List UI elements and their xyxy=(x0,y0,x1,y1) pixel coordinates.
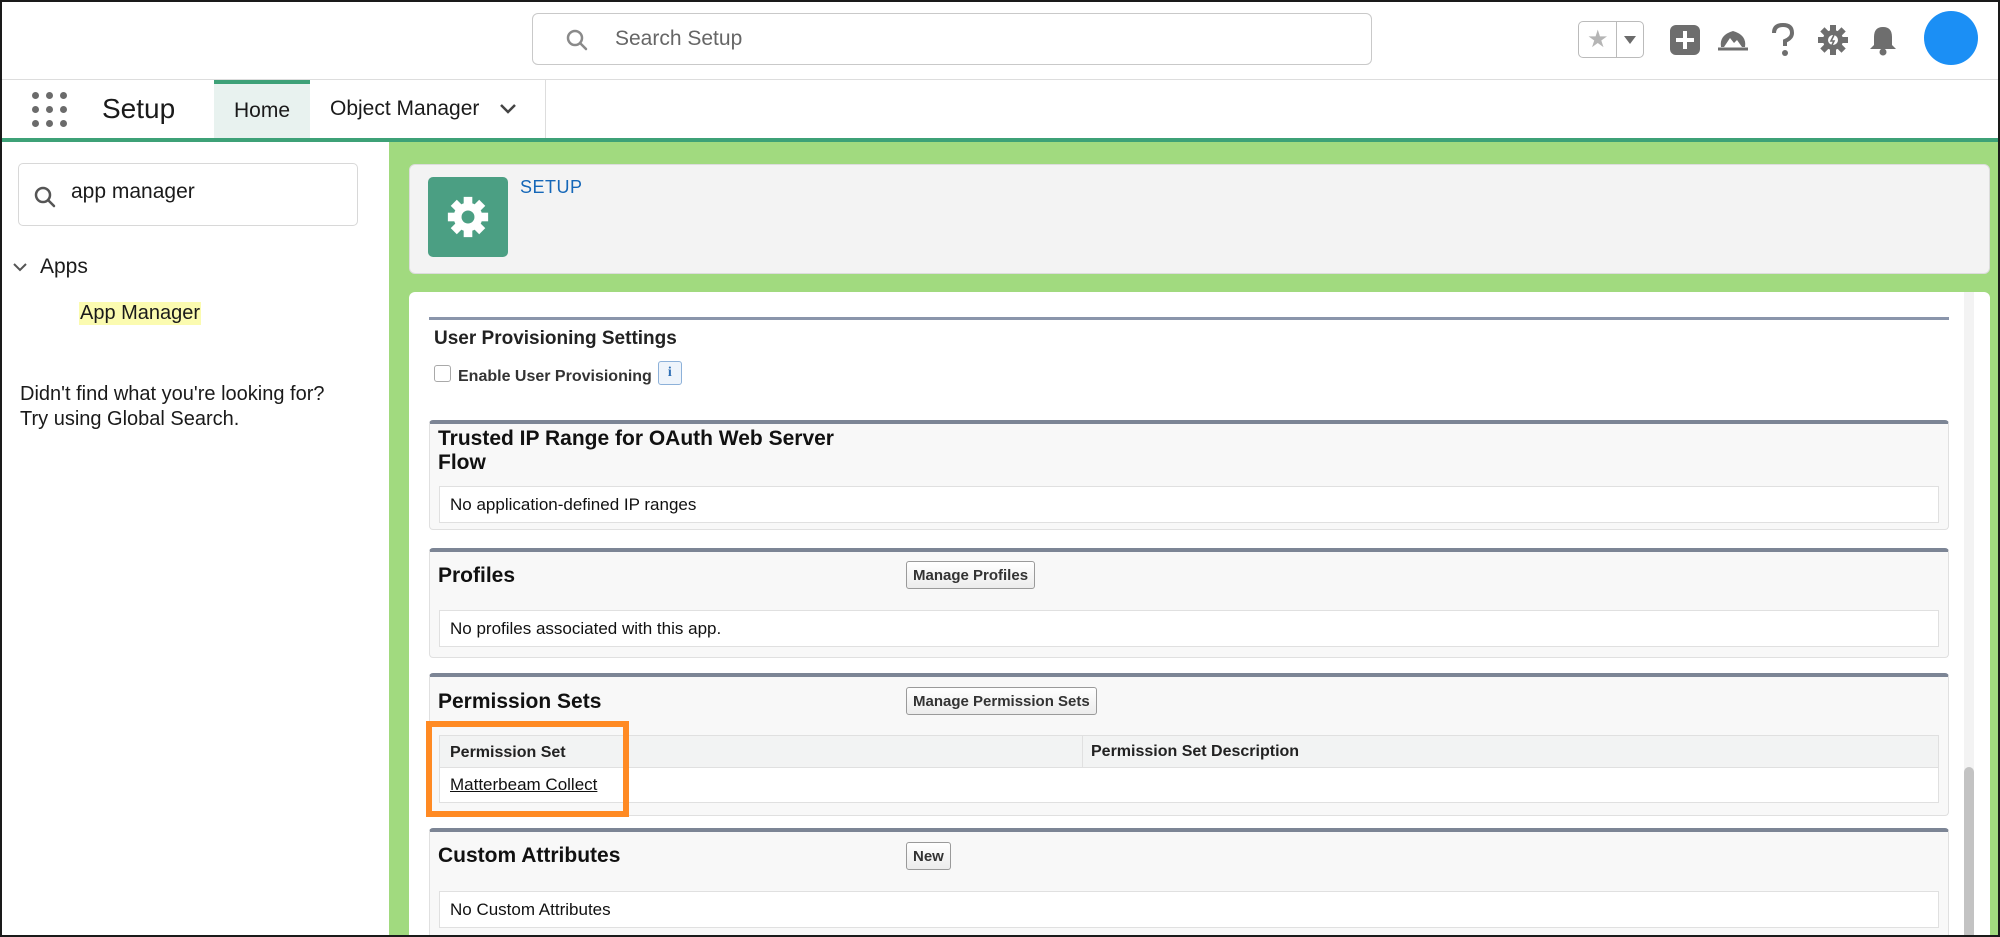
enable-user-provisioning-checkbox[interactable] xyxy=(434,364,451,382)
help-button[interactable] xyxy=(1764,21,1802,59)
tab-object-manager-label: Object Manager xyxy=(330,97,480,120)
not-found-line-1: Didn't find what you're looking for? xyxy=(20,383,325,405)
enable-user-provisioning-label: Enable User Provisioning xyxy=(458,368,652,385)
trusted-ip-range-title: Trusted IP Range for OAuth Web Server Fl… xyxy=(438,427,834,475)
notifications-button[interactable] xyxy=(1864,21,1902,59)
quick-find-box[interactable] xyxy=(18,163,358,226)
tab-home[interactable]: Home xyxy=(214,80,310,138)
app-launcher-icon[interactable] xyxy=(32,92,68,128)
favorites-star-icon[interactable]: ★ xyxy=(1579,22,1616,57)
setup-gear-icon xyxy=(428,177,508,257)
setup-search-box[interactable]: Search Setup xyxy=(532,13,1372,65)
permission-sets-section: Permission Sets Manage Permission Sets P… xyxy=(429,673,1949,816)
tab-home-label: Home xyxy=(233,99,291,122)
manage-permission-sets-button[interactable]: Manage Permission Sets xyxy=(906,687,1097,715)
permission-sets-table-header: Permission Set Permission Set Descriptio… xyxy=(439,735,1939,768)
global-actions-button[interactable] xyxy=(1666,21,1704,59)
app-nav-bar: Setup Home Object Manager xyxy=(2,80,1998,142)
trusted-ip-range-empty: No application-defined IP ranges xyxy=(439,486,1939,523)
global-header: Search Setup ★ xyxy=(2,2,1998,80)
page-header-label[interactable]: SETUP xyxy=(520,177,583,198)
app-name: Setup xyxy=(102,93,176,124)
not-found-line-2: Try using Global Search. xyxy=(20,408,240,430)
quick-find-input[interactable] xyxy=(69,179,343,205)
global-actions-plus-icon xyxy=(1670,25,1700,55)
chevron-down-icon xyxy=(1624,35,1637,44)
custom-attributes-section: Custom Attributes New No Custom Attribut… xyxy=(429,828,1949,935)
profiles-empty: No profiles associated with this app. xyxy=(439,610,1939,647)
search-placeholder: Search Setup xyxy=(615,27,743,50)
trusted-ip-range-title-line-1: Trusted IP Range for OAuth Web Server xyxy=(438,427,834,450)
user-provisioning-title: User Provisioning Settings xyxy=(434,328,677,349)
favorites-control[interactable]: ★ xyxy=(1578,21,1644,58)
profiles-section: Profiles Manage Profiles No profiles ass… xyxy=(429,548,1949,658)
user-avatar[interactable] xyxy=(1924,11,1978,65)
column-header-description: Permission Set Description xyxy=(1082,736,1299,767)
scrollbar-thumb[interactable] xyxy=(1964,767,1974,935)
trailhead-icon xyxy=(1718,31,1748,51)
section-divider xyxy=(429,317,1949,320)
new-custom-attribute-button[interactable]: New xyxy=(906,842,951,870)
favorites-dropdown[interactable] xyxy=(1616,22,1643,57)
column-header-permission-set: Permission Set xyxy=(450,744,566,761)
search-icon xyxy=(566,29,588,51)
custom-attributes-title: Custom Attributes xyxy=(438,844,621,867)
permission-set-link[interactable]: Matterbeam Collect xyxy=(450,775,597,795)
main-content-area: SETUP User Provisioning Settings Enable … xyxy=(389,142,1998,935)
info-icon[interactable]: i xyxy=(657,361,682,385)
search-icon xyxy=(34,186,56,208)
table-row: Matterbeam Collect xyxy=(439,768,1939,803)
notifications-bell-icon xyxy=(1870,27,1896,56)
chevron-down-icon[interactable] xyxy=(499,103,517,115)
chevron-down-icon[interactable] xyxy=(12,261,28,273)
manage-profiles-button[interactable]: Manage Profiles xyxy=(906,561,1036,589)
trusted-ip-range-section: Trusted IP Range for OAuth Web Server Fl… xyxy=(429,420,1949,530)
tree-group-apps[interactable]: Apps xyxy=(12,255,88,279)
trusted-ip-range-title-line-2: Flow xyxy=(438,451,486,474)
custom-attributes-empty: No Custom Attributes xyxy=(439,891,1939,928)
screenshot-frame: Search Setup ★ Setup Home Object Manager… xyxy=(0,0,2000,937)
setup-button[interactable] xyxy=(1814,21,1852,59)
page-header: SETUP xyxy=(409,164,1990,274)
permission-sets-title: Permission Sets xyxy=(438,690,602,713)
setup-gear-icon xyxy=(1818,25,1848,55)
tree-item-app-manager[interactable]: App Manager xyxy=(79,302,202,325)
app-detail-panel: User Provisioning Settings Enable User P… xyxy=(409,292,1990,935)
setup-sidebar: Apps App Manager Didn't find what you're… xyxy=(2,142,387,935)
user-provisioning-row: Enable User Provisioning i xyxy=(434,360,682,386)
tab-object-manager[interactable]: Object Manager xyxy=(310,80,546,138)
help-icon xyxy=(1772,23,1795,56)
trailhead-button[interactable] xyxy=(1714,21,1752,59)
tree-group-label: Apps xyxy=(40,255,88,278)
not-found-message: Didn't find what you're looking for? Try… xyxy=(20,382,370,432)
profiles-title: Profiles xyxy=(438,564,516,587)
